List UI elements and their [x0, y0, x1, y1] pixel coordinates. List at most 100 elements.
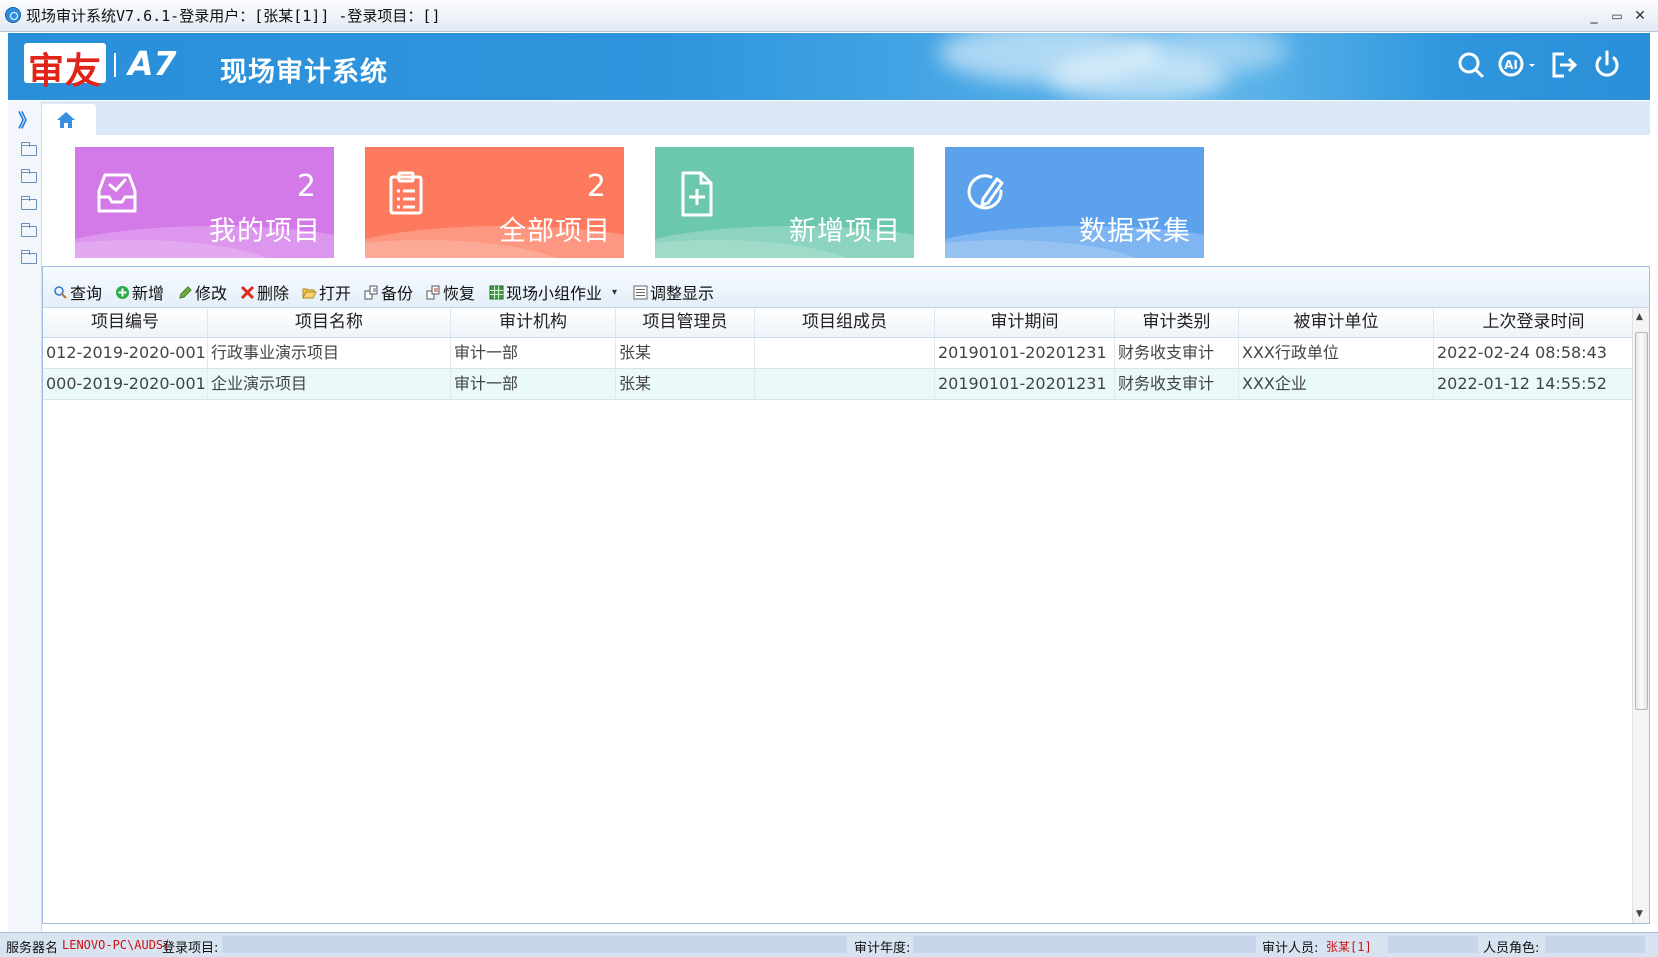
minimize-button[interactable]: _	[1584, 7, 1604, 25]
add-label: 新增	[132, 284, 165, 303]
product-model: A7	[128, 44, 177, 83]
cell-audit-type: 财务收支审计	[1115, 338, 1239, 368]
team-work-label: 现场小组作业	[506, 284, 603, 303]
login-project-label: 登录项目:	[162, 941, 219, 956]
tab-bar	[42, 101, 1650, 135]
tile-count: 2	[586, 169, 606, 204]
cell-project-admin: 张某	[616, 369, 755, 399]
tile-count: 2	[296, 169, 316, 204]
column-header[interactable]: 项目编号	[43, 308, 208, 337]
cell-team-members	[755, 369, 935, 399]
table-header: 项目编号 项目名称 审计机构 项目管理员 项目组成员 审计期间 审计类别 被审计…	[43, 308, 1633, 338]
delete-button[interactable]: 删除	[240, 280, 289, 304]
backup-button[interactable]: 备份	[364, 280, 413, 304]
cell-project-name: 企业演示项目	[208, 369, 451, 399]
maximize-button[interactable]: ▭	[1607, 7, 1627, 25]
open-label: 打开	[319, 284, 352, 303]
search-icon[interactable]	[1454, 47, 1488, 83]
auditor-label: 审计人员:	[1262, 941, 1319, 956]
column-header[interactable]: 项目名称	[208, 308, 451, 337]
edit-circle-icon	[967, 174, 1004, 210]
plus-circle-icon	[116, 285, 129, 299]
cell-audit-type: 财务收支审计	[1115, 369, 1239, 399]
tab-home[interactable]	[42, 104, 96, 135]
left-sidebar: 》	[8, 101, 42, 933]
logout-icon[interactable]	[1546, 47, 1580, 83]
folder-icon[interactable]	[21, 142, 37, 156]
tile-label: 全部项目	[499, 216, 611, 247]
tile-data-collection[interactable]: 数据采集	[945, 147, 1204, 258]
backup-icon	[364, 285, 378, 299]
cell-last-login: 2022-01-12 14:55:52	[1437, 374, 1607, 393]
cell-last-login: 2022-02-24 08:58:43	[1437, 343, 1607, 362]
column-header[interactable]: 项目组成员	[755, 308, 935, 337]
role-label: 人员角色:	[1483, 941, 1540, 956]
grid-table-icon	[489, 285, 504, 299]
backup-label: 备份	[381, 284, 414, 303]
app-icon	[5, 7, 21, 23]
delete-x-icon	[240, 285, 255, 299]
scroll-down-arrow-icon[interactable]: ▼	[1636, 909, 1643, 919]
scrollbar-thumb[interactable]	[1635, 332, 1648, 710]
power-icon[interactable]	[1590, 47, 1624, 83]
column-header[interactable]: 审计机构	[451, 308, 616, 337]
inbox-check-icon	[97, 173, 137, 213]
column-header[interactable]: 审计类别	[1115, 308, 1239, 337]
tile-new-project[interactable]: 新增项目	[655, 147, 914, 258]
window-title: 现场审计系统V7.6.1-登录用户：[张某[1]] -登录项目：[]	[26, 7, 441, 25]
team-work-button[interactable]: 现场小组作业 ▾	[489, 280, 617, 304]
tile-label: 我的项目	[209, 216, 321, 247]
grid-toolbar: 查询 新增 修改 删除 打开 备份 恢复 现场小组作业 ▾ 调整显示	[43, 267, 1649, 308]
open-button[interactable]: 打开	[302, 280, 351, 304]
table-row[interactable]: 000-2019-2020-001 企业演示项目 审计一部 张某 2019010…	[43, 369, 1633, 400]
folder-icon[interactable]	[21, 196, 37, 210]
window-titlebar: 现场审计系统V7.6.1-登录用户：[张某[1]] -登录项目：[] _ ▭ ✕	[0, 0, 1658, 32]
tile-my-projects[interactable]: 2 我的项目	[75, 147, 334, 258]
server-label: 服务器名	[6, 941, 59, 956]
cell-project-admin: 张某	[616, 338, 755, 368]
header-banner: 审友 A7 现场审计系统 AI	[8, 33, 1650, 100]
svg-text:AI: AI	[1504, 58, 1518, 72]
cell-team-members	[755, 338, 935, 368]
folder-icon[interactable]	[21, 223, 37, 237]
column-header[interactable]: 上次登录时间	[1434, 308, 1633, 337]
cell-project-code: 012-2019-2020-001	[43, 338, 208, 368]
tile-all-projects[interactable]: 2 全部项目	[365, 147, 624, 258]
server-value: LENOVO-PC\AUDS(	[62, 938, 171, 952]
cell-project-name: 行政事业演示项目	[208, 338, 451, 368]
cell-audited-unit: XXX行政单位	[1239, 338, 1434, 368]
brand-logo: 审友	[28, 51, 103, 92]
close-button[interactable]: ✕	[1630, 7, 1650, 25]
expand-sidebar-button[interactable]: 》	[18, 107, 36, 133]
status-bar: 服务器名 LENOVO-PC\AUDS( 登录项目: 审计年度: 审计人员: 张…	[0, 932, 1658, 957]
restore-label: 恢复	[443, 284, 476, 303]
pencil-icon	[179, 285, 192, 299]
dropdown-arrow-icon[interactable]: ▾	[612, 287, 617, 298]
query-button[interactable]: 查询	[53, 280, 102, 304]
auditor-value: 张某[1]	[1326, 940, 1372, 954]
delete-label: 删除	[257, 284, 290, 303]
table-row[interactable]: 012-2019-2020-001 行政事业演示项目 审计一部 张某 20190…	[43, 338, 1633, 369]
scroll-up-arrow-icon[interactable]: ▲	[1636, 312, 1643, 322]
edit-label: 修改	[195, 284, 228, 303]
column-header[interactable]: 项目管理员	[616, 308, 755, 337]
vertical-scrollbar[interactable]: ▲ ▼	[1632, 308, 1649, 923]
magnifier-icon	[54, 285, 67, 299]
folder-icon[interactable]	[21, 169, 37, 183]
restore-button[interactable]: 恢复	[426, 280, 475, 304]
ai-assistant-icon[interactable]: AI	[1496, 47, 1540, 83]
adjust-display-button[interactable]: 调整显示	[633, 280, 714, 304]
system-title: 现场审计系统	[220, 57, 388, 88]
cell-audit-period: 20190101-20201231	[935, 369, 1115, 399]
folder-icon[interactable]	[21, 250, 37, 264]
column-header[interactable]: 审计期间	[935, 308, 1115, 337]
clipboard-list-icon	[389, 171, 423, 215]
open-folder-icon	[302, 288, 317, 298]
file-add-icon	[681, 171, 713, 217]
home-icon	[57, 112, 75, 128]
edit-button[interactable]: 修改	[178, 280, 227, 304]
cell-audited-unit: XXX企业	[1239, 369, 1434, 399]
add-button[interactable]: 新增	[115, 280, 164, 304]
column-header[interactable]: 被审计单位	[1239, 308, 1434, 337]
audit-year-label: 审计年度:	[854, 941, 911, 956]
